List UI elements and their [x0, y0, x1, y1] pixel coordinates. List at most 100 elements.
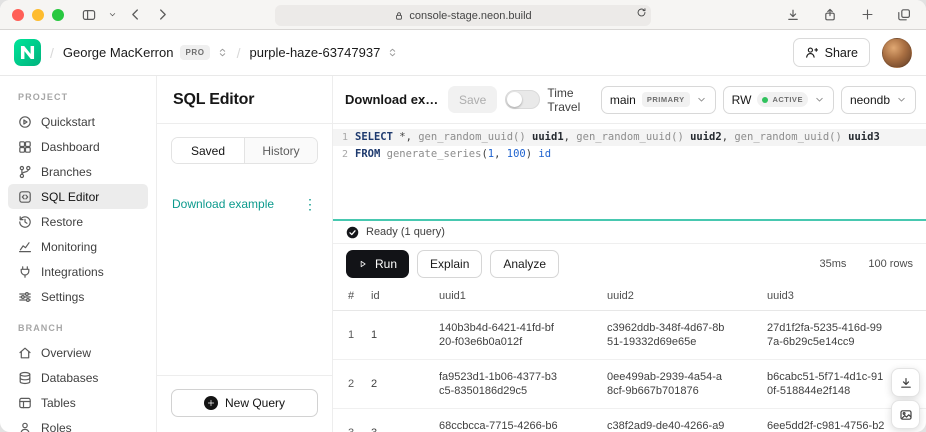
screenshot-button[interactable] — [891, 400, 920, 429]
sidebar-item-label: Tables — [41, 396, 76, 410]
project-breadcrumb[interactable]: purple-haze-63747937 — [249, 45, 398, 60]
sidebar-item-settings[interactable]: Settings — [8, 284, 148, 309]
result-row[interactable]: 11140b3b4d-6421-41fd-bf20-f03e6b0a012fc3… — [333, 310, 926, 359]
cell-value: fa9523d1-1b06-4377-b3c5-8350186d29c5 — [439, 370, 558, 398]
active-status-dot — [762, 97, 768, 103]
sidebar-item-dashboard[interactable]: Dashboard — [8, 134, 148, 159]
explain-button[interactable]: Explain — [417, 250, 482, 278]
cell-value: 2 — [371, 378, 431, 390]
integrations-icon — [18, 265, 32, 279]
branches-icon — [18, 165, 32, 179]
reload-button[interactable] — [636, 7, 647, 18]
query-duration: 35ms — [819, 258, 846, 270]
tables-icon — [18, 396, 32, 410]
tab-history[interactable]: History — [244, 138, 317, 163]
dashboard-icon — [18, 140, 32, 154]
time-travel-toggle[interactable] — [505, 90, 540, 109]
column-header-uuid1: uuid1 — [439, 283, 607, 310]
branch-name: main — [610, 93, 636, 107]
share-button[interactable]: Share — [793, 38, 870, 67]
line-number: 1 — [333, 129, 355, 146]
line-number: 2 — [333, 146, 355, 163]
saved-query-item[interactable]: Download example⋮ — [157, 189, 332, 219]
cell-value: 1 — [371, 329, 431, 341]
code-text: FROM generate_series(1, 100) id — [355, 146, 551, 163]
cell-value: c3962ddb-348f-4d67-8b51-19332d69e65e — [607, 321, 726, 349]
save-button[interactable]: Save — [448, 86, 497, 113]
sidebar-item-branches[interactable]: Branches — [8, 159, 148, 184]
result-row[interactable]: 3368ccbcca-7715-4266-b6c5-9f7a14ea6e5ec3… — [333, 408, 926, 432]
editor-line[interactable]: 1SELECT *, gen_random_uuid() uuid1, gen_… — [333, 129, 926, 146]
database-selector[interactable]: neondb — [841, 86, 916, 114]
overview-icon — [18, 346, 32, 360]
compute-selector[interactable]: RW ACTIVE — [723, 86, 834, 114]
sidebar-item-overview[interactable]: Overview — [8, 340, 148, 365]
analyze-button[interactable]: Analyze — [490, 250, 559, 278]
actions-bar: Run Explain Analyze 35ms 100 rows — [333, 244, 926, 283]
column-header-uuid3: uuid3 — [767, 283, 926, 310]
sql-editor-panel: SQL Editor SavedHistory Download example… — [157, 76, 333, 432]
sidebar-item-restore[interactable]: Restore — [8, 209, 148, 234]
invite-user-icon — [805, 46, 818, 59]
sidebar-item-databases[interactable]: Databases — [8, 365, 148, 390]
sql-editor-icon — [18, 190, 32, 204]
downloads-button[interactable] — [783, 5, 803, 25]
column-header--: # — [333, 283, 371, 310]
kebab-menu-icon[interactable]: ⋮ — [303, 196, 317, 213]
chevron-selector-icon — [217, 47, 228, 58]
browser-forward-button[interactable] — [152, 5, 172, 25]
cell-value: b6cabc51-5f71-4d1c-910f-518844e2f148 — [767, 370, 886, 398]
chevron-down-icon — [814, 94, 825, 105]
sidebar-section-branch: BRANCH — [0, 323, 156, 333]
restore-icon — [18, 215, 32, 229]
sidebar-item-integrations[interactable]: Integrations — [8, 259, 148, 284]
sidebar-item-label: Roles — [41, 421, 72, 432]
sidebar-item-monitoring[interactable]: Monitoring — [8, 234, 148, 259]
browser-toolbar-right — [783, 5, 914, 25]
lock-icon — [394, 11, 404, 21]
code-text: SELECT *, gen_random_uuid() uuid1, gen_r… — [355, 129, 880, 146]
minimize-button[interactable] — [32, 9, 44, 21]
breadcrumb-separator — [237, 45, 241, 61]
sidebar-item-quickstart[interactable]: Quickstart — [8, 109, 148, 134]
download-results-button[interactable] — [891, 368, 920, 397]
main-content: Download example Save Time Travel main P… — [333, 76, 926, 432]
zoom-button[interactable] — [52, 9, 64, 21]
sidebar-item-label: Integrations — [41, 265, 104, 279]
column-header-uuid2: uuid2 — [607, 283, 767, 310]
header-right: Share — [793, 38, 912, 68]
new-query-button[interactable]: New Query — [171, 389, 318, 417]
editor-line[interactable]: 2FROM generate_series(1, 100) id — [333, 146, 926, 163]
cell-value: 3 — [371, 427, 431, 432]
tab-saved[interactable]: Saved — [172, 138, 244, 163]
neon-logo[interactable] — [14, 39, 41, 66]
run-label: Run — [375, 257, 397, 271]
close-button[interactable] — [12, 9, 24, 21]
browser-share-button[interactable] — [820, 5, 840, 25]
sidebar-item-roles[interactable]: Roles — [8, 415, 148, 432]
org-breadcrumb[interactable]: George MacKerron PRO — [63, 45, 228, 60]
roles-icon — [18, 421, 32, 432]
new-tab-button[interactable] — [857, 5, 877, 25]
sidebar-chevron-icon[interactable] — [106, 5, 118, 25]
sidebar-item-sql-editor[interactable]: SQL Editor — [8, 184, 148, 209]
status-text: Ready (1 query) — [366, 226, 445, 238]
branch-selector[interactable]: main PRIMARY — [601, 86, 716, 114]
tab-overview-button[interactable] — [894, 5, 914, 25]
results-table: #iduuid1uuid2uuid3 11140b3b4d-6421-41fd-… — [333, 283, 926, 432]
user-avatar[interactable] — [882, 38, 912, 68]
query-metrics: 35ms 100 rows — [819, 258, 913, 270]
row-count: 100 rows — [868, 258, 913, 270]
cell-value: c38f2ad9-de40-4266-a918-ae947c732ed0 — [607, 419, 726, 432]
ready-check-icon — [346, 226, 359, 239]
app-header: George MacKerron PRO purple-haze-6374793… — [0, 30, 926, 76]
browser-back-button[interactable] — [125, 5, 145, 25]
play-icon — [358, 259, 368, 269]
address-bar[interactable]: console-stage.neon.build — [275, 5, 651, 26]
run-button[interactable]: Run — [346, 250, 409, 278]
sql-editor-area[interactable]: 1SELECT *, gen_random_uuid() uuid1, gen_… — [333, 124, 926, 219]
sidebar-item-tables[interactable]: Tables — [8, 390, 148, 415]
result-row[interactable]: 22fa9523d1-1b06-4377-b3c5-8350186d29c50e… — [333, 359, 926, 408]
sidebar-item-label: Restore — [41, 215, 83, 229]
sidebar-toggle-button[interactable] — [79, 5, 99, 25]
